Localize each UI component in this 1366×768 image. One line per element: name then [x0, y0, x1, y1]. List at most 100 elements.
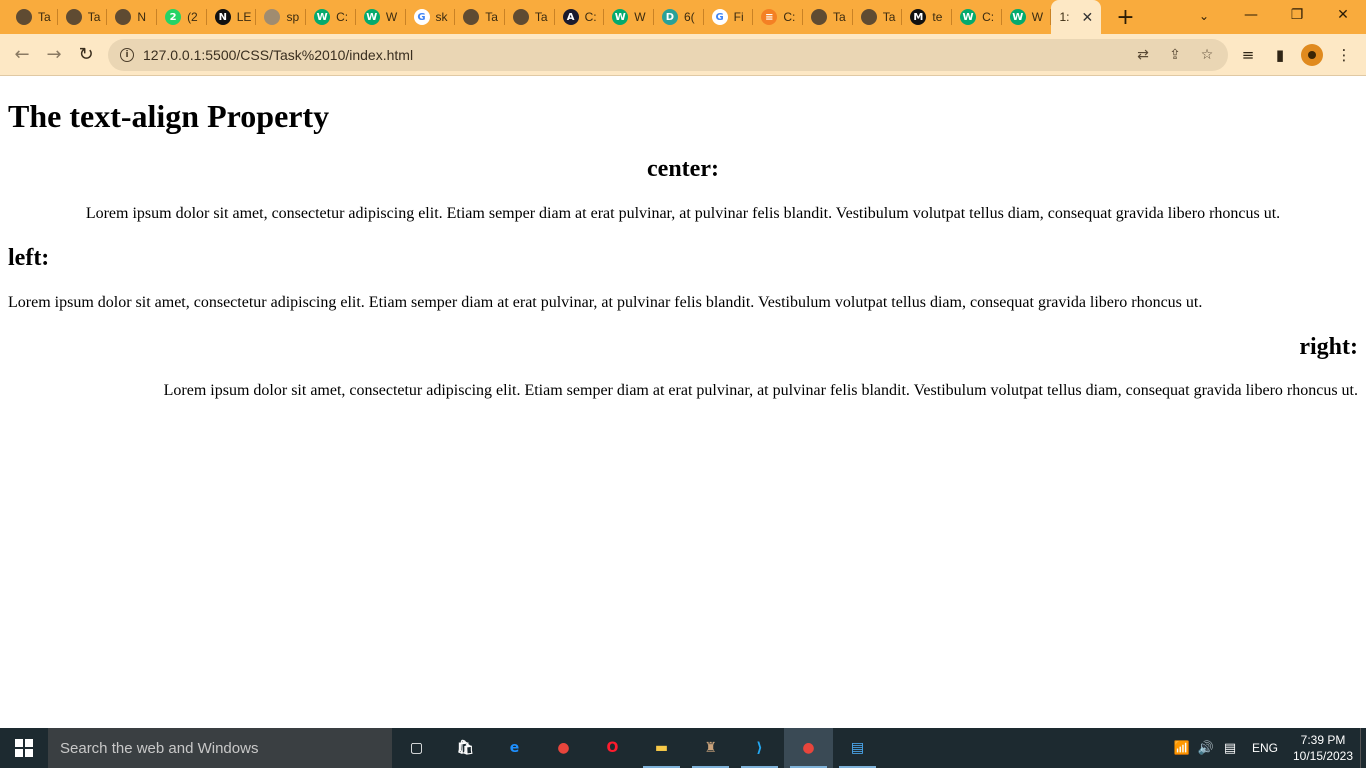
tab-title: N [137, 10, 147, 24]
url-text[interactable]: 127.0.0.1:5500/CSS/Task%2010/index.html [143, 47, 413, 63]
taskbar-app[interactable]: ▤ [833, 728, 882, 768]
browser-tab[interactable]: W C: [952, 0, 1002, 34]
tab-title: W [634, 10, 646, 24]
taskbar-app[interactable]: ⟩ [735, 728, 784, 768]
whatsapp-icon: 2 [165, 9, 182, 25]
notion-icon: N [214, 9, 231, 25]
clock-time: 7:39 PM [1300, 733, 1346, 747]
tab-title: sp [286, 10, 300, 24]
menu-kebab-icon[interactable]: ⋮ [1330, 41, 1358, 69]
tab-title: LE [236, 10, 252, 24]
taskbar-app[interactable]: e [490, 728, 539, 768]
taskbar-app[interactable]: 🛍 [441, 728, 490, 768]
site-info-icon[interactable]: i [120, 48, 134, 62]
tab-title: Ta [87, 10, 101, 24]
browser-tab[interactable]: Ta [455, 0, 505, 34]
start-button[interactable] [0, 728, 48, 768]
clock-date: 10/15/2023 [1292, 749, 1354, 763]
browser-tab[interactable]: Ta [853, 0, 903, 34]
translate-icon[interactable]: ⇄ [1130, 42, 1156, 68]
share-icon[interactable]: ⇪ [1162, 42, 1188, 68]
side-panel-icon[interactable]: ▮ [1266, 41, 1294, 69]
omnibox-actions: ⇄ ⇪ ☆ [1130, 39, 1220, 71]
tab-title: Ta [38, 10, 51, 24]
google-icon: G [413, 9, 430, 25]
taskbar-app[interactable]: ▬ [637, 728, 686, 768]
reload-button[interactable]: ↻ [70, 39, 102, 71]
bookmark-star-icon[interactable]: ☆ [1194, 42, 1220, 68]
left-paragraph: Lorem ipsum dolor sit amet, consectetur … [8, 294, 1203, 311]
browser-tab[interactable]: N LE [207, 0, 257, 34]
toolbar-right: ≡ ▮ ⋮ [1234, 39, 1358, 71]
language-indicator[interactable]: ENG [1252, 741, 1278, 755]
reading-list-icon[interactable]: ≡ [1234, 41, 1262, 69]
browser-tab[interactable]: sp [256, 0, 306, 34]
browser-tab[interactable]: Ta [803, 0, 853, 34]
tab-title: W [385, 10, 398, 24]
center-paragraph: Lorem ipsum dolor sit amet, consectetur … [85, 205, 1281, 222]
browser-tab[interactable]: Ta [8, 0, 58, 34]
globe-icon [264, 9, 281, 25]
center-heading: center: [647, 156, 719, 182]
browser-tab[interactable]: N [107, 0, 157, 34]
taskbar-search-input[interactable]: Search the web and Windows [48, 728, 392, 768]
globe-icon [811, 9, 827, 25]
chrome-profile-icon: ● [802, 740, 815, 756]
tab-title: 1: [1059, 10, 1070, 24]
browser-tab[interactable]: A C: [555, 0, 605, 34]
right-heading: right: [1299, 334, 1358, 360]
close-tab-icon[interactable]: ✕ [1081, 9, 1093, 26]
new-tab-button[interactable]: + [1111, 3, 1139, 31]
taskbar-app[interactable]: ♜ [686, 728, 735, 768]
volume-icon[interactable]: 🔊 [1194, 728, 1218, 768]
back-button[interactable]: ← [6, 39, 38, 71]
store-icon: 🛍 [456, 740, 475, 756]
browser-tab[interactable]: W C: [306, 0, 356, 34]
network-icon[interactable]: 📶 [1170, 728, 1194, 768]
profile-button[interactable] [1298, 41, 1326, 69]
tab-title: C: [336, 10, 349, 24]
taskbar-app[interactable]: O [588, 728, 637, 768]
address-bar[interactable]: i 127.0.0.1:5500/CSS/Task%2010/index.htm… [108, 39, 1228, 71]
w3schools-icon: W [1009, 9, 1026, 25]
clock[interactable]: 7:39 PM 10/15/2023 [1288, 732, 1358, 764]
tab-list: Ta Ta N 2 (2 N LE sp W C: W W Gsk Ta Ta A C: W W D 6(G Fi ≡ C: T… [0, 0, 1139, 34]
restore-button[interactable]: ❐ [1274, 0, 1320, 30]
browser-tab[interactable]: Ta [58, 0, 108, 34]
tab-title: sk [435, 10, 448, 24]
browser-tab[interactable]: Gsk [406, 0, 456, 34]
system-tray: 📶 🔊 ▤ ENG 7:39 PM 10/15/2023 [1170, 728, 1366, 768]
show-desktop-button[interactable] [1360, 728, 1366, 768]
notifications-icon[interactable]: ▤ [1218, 728, 1242, 768]
chrome-icon [115, 9, 132, 25]
taskbar-app[interactable]: ▢ [392, 728, 441, 768]
close-window-button[interactable]: ✕ [1320, 0, 1366, 30]
game-icon: ♜ [704, 740, 717, 756]
page-content: The text-align Property center: Lorem ip… [0, 77, 1366, 728]
browser-tab[interactable]: G Fi [704, 0, 754, 34]
opera-icon: O [606, 740, 619, 756]
browser-tab[interactable]: Mte [902, 0, 952, 34]
right-paragraph: Lorem ipsum dolor sit amet, consectetur … [163, 382, 1358, 399]
tab-title: 6( [683, 10, 695, 24]
dotnet-icon: D [661, 9, 678, 25]
tab-title: (2 [187, 10, 198, 24]
browser-tab[interactable]: Ta [505, 0, 555, 34]
forward-button[interactable]: → [38, 39, 70, 71]
edge-icon: e [509, 740, 520, 756]
google-icon: G [711, 9, 728, 25]
taskbar-app[interactable]: ● [784, 728, 833, 768]
browser-tab[interactable]: WW [1002, 0, 1052, 34]
browser-tab[interactable]: ≡ C: [753, 0, 803, 34]
browser-tab[interactable]: WW [604, 0, 654, 34]
browser-tab[interactable]: 2 (2 [157, 0, 207, 34]
browser-tab[interactable]: D 6( [654, 0, 704, 34]
minimize-button[interactable]: — [1228, 0, 1274, 30]
taskbar-app[interactable]: ● [539, 728, 588, 768]
active-tab[interactable]: 1: ✕ [1051, 0, 1102, 34]
taskbar-apps: ▢ 🛍 e ● O ▬ ♜ ⟩ ● ▤ [392, 728, 882, 768]
tab-search-button[interactable]: ⌄ [1190, 4, 1218, 28]
browser-toolbar: ← → ↻ i 127.0.0.1:5500/CSS/Task%2010/ind… [0, 34, 1366, 76]
browser-tab[interactable]: WW [356, 0, 406, 34]
tab-strip: Ta Ta N 2 (2 N LE sp W C: W W Gsk Ta Ta A C: W W D 6(G Fi ≡ C: T… [0, 0, 1366, 34]
